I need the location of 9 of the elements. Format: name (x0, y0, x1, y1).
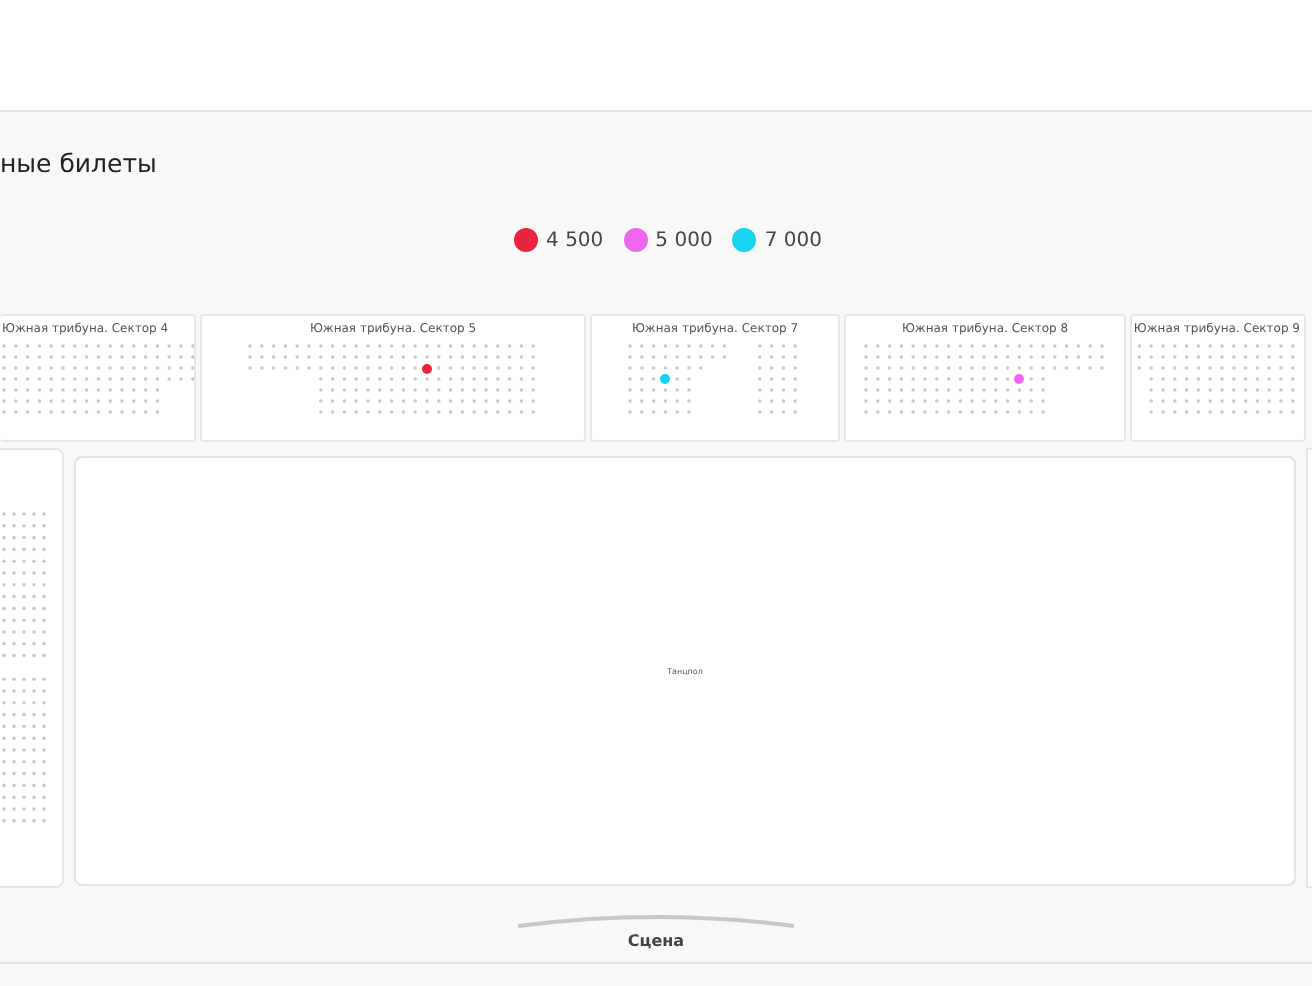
section-title: ные билеты (0, 148, 157, 180)
seat-dot[interactable] (660, 374, 671, 384)
price-label: 5 000 (655, 229, 713, 251)
price-label: 4 500 (546, 229, 604, 251)
price-label: 7 000 (764, 229, 822, 251)
seat-dot[interactable] (1013, 374, 1024, 384)
seat-dot[interactable] (421, 363, 432, 373)
stage-arc-icon (516, 912, 796, 928)
stage-label: Сцена (627, 932, 685, 950)
